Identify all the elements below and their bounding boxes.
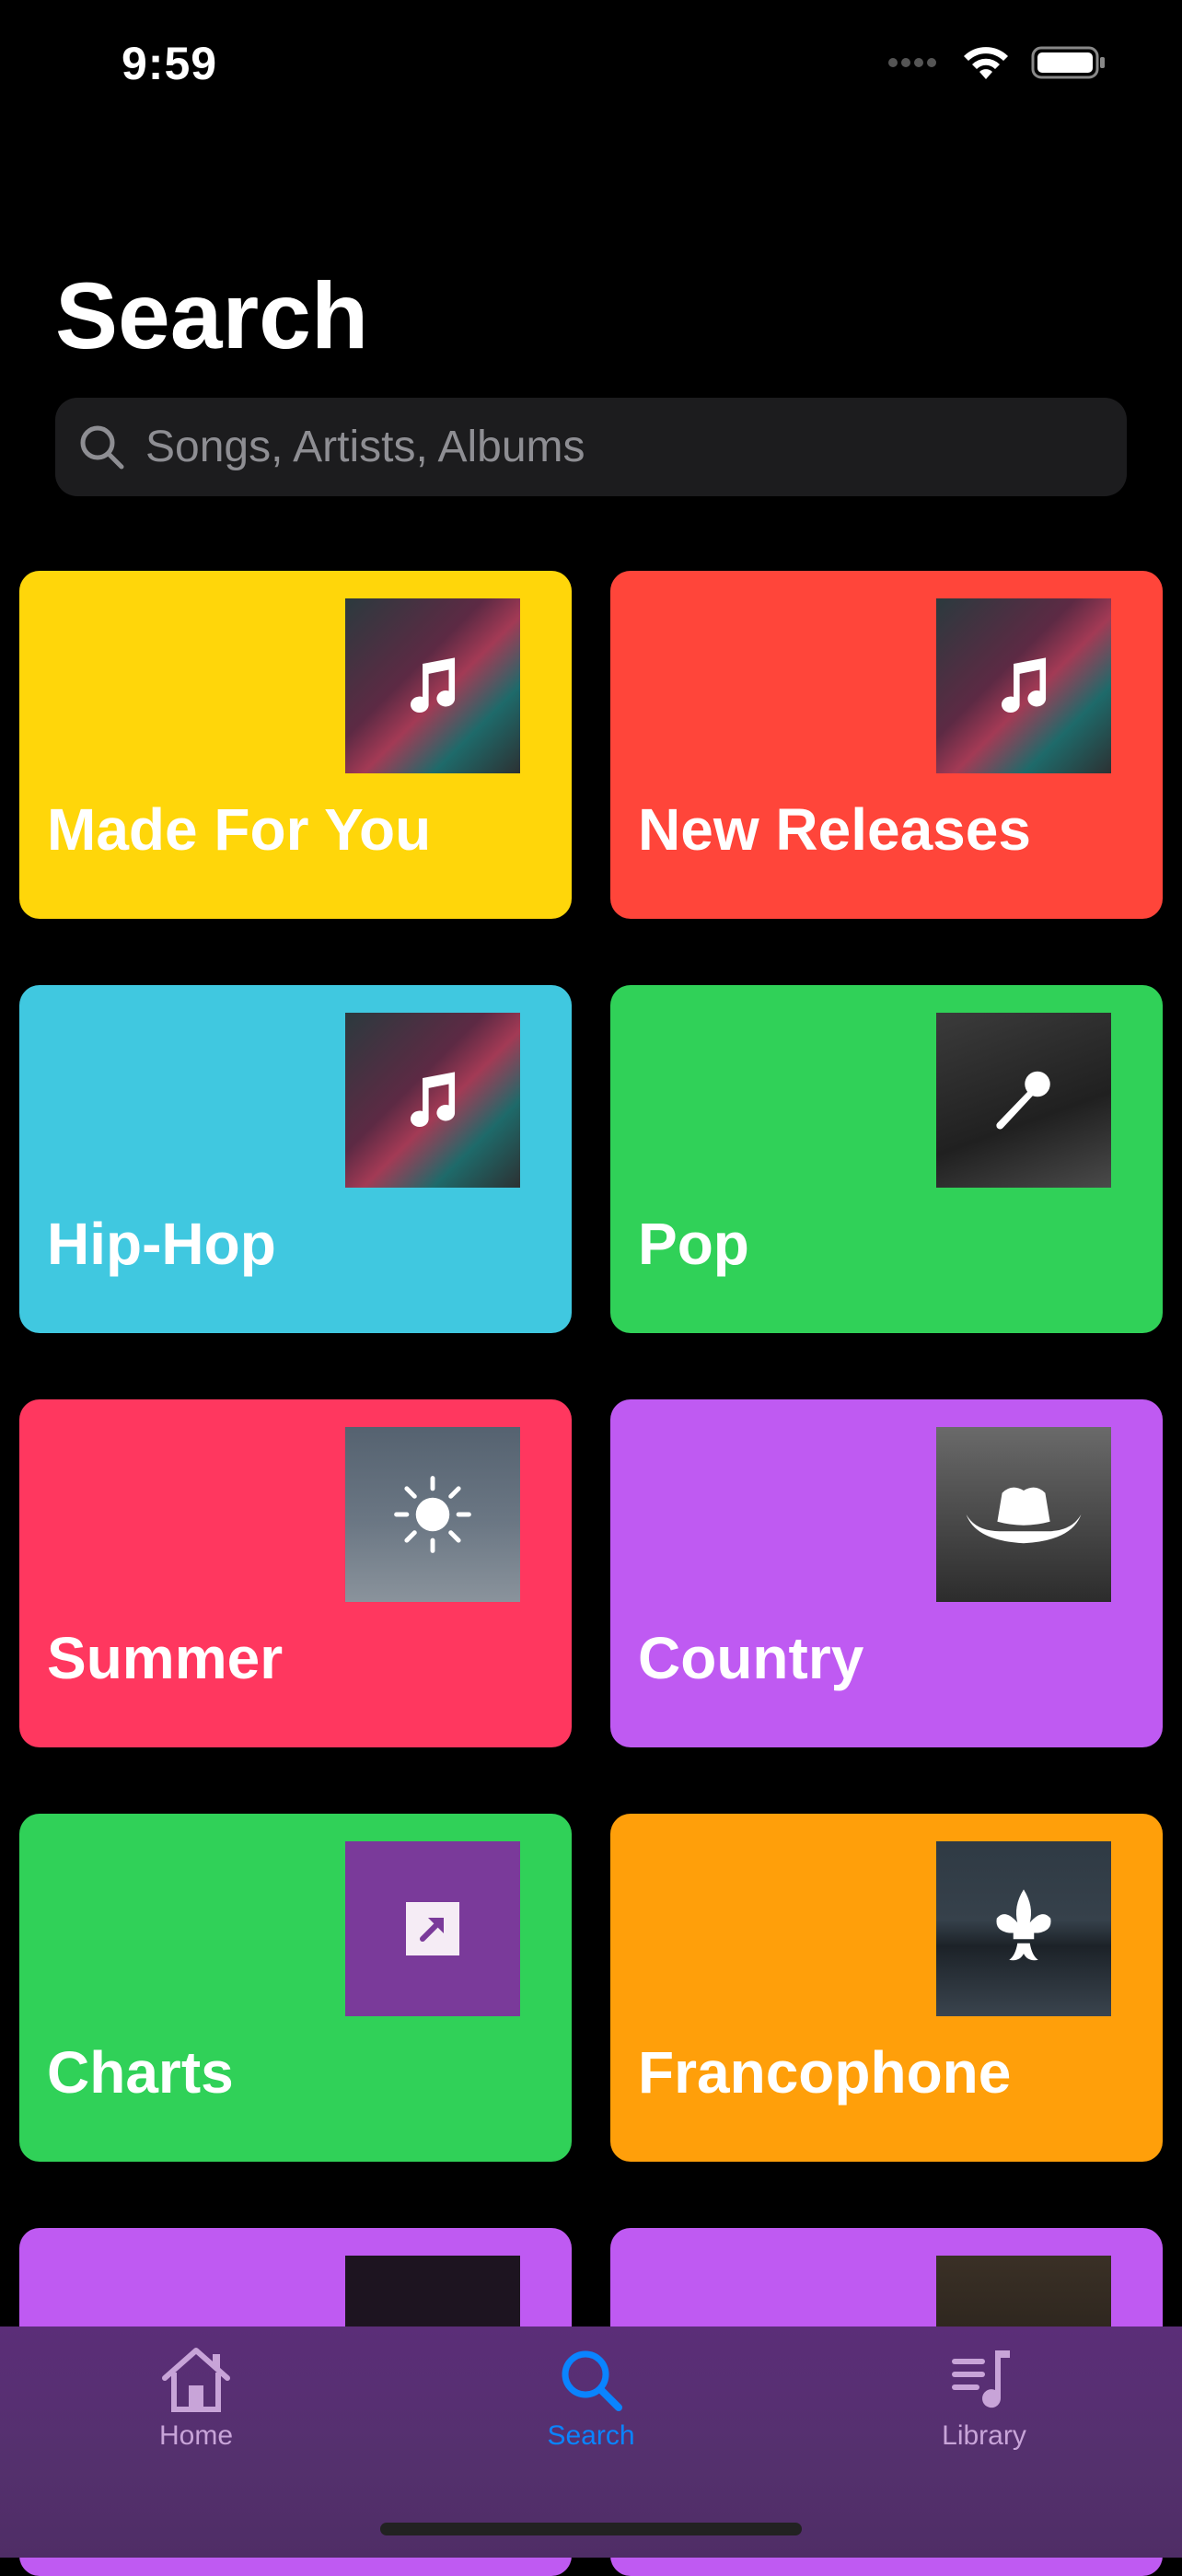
tab-home[interactable]: Home xyxy=(76,2345,316,2452)
status-time: 9:59 xyxy=(122,38,218,89)
category-artwork xyxy=(936,1427,1111,1602)
search-field[interactable] xyxy=(55,398,1127,496)
page-title: Search xyxy=(55,263,369,368)
category-tile-summer[interactable]: Summer xyxy=(19,1399,572,1747)
tab-label: Search xyxy=(547,2420,635,2451)
music-note-icon xyxy=(410,1072,456,1128)
category-tile-pop[interactable]: Pop xyxy=(610,985,1163,1333)
music-note-icon xyxy=(410,657,456,714)
music-note-icon xyxy=(1001,657,1047,714)
microphone-icon xyxy=(996,1071,1050,1130)
category-tile-hip-hop[interactable]: Hip-Hop xyxy=(19,985,572,1333)
music-library-icon xyxy=(952,2350,1010,2408)
category-artwork xyxy=(936,598,1111,773)
category-label: Country xyxy=(638,1625,864,1691)
category-artwork xyxy=(936,1013,1111,1188)
tab-label: Home xyxy=(158,2420,234,2451)
category-label: Francophone xyxy=(638,2039,1012,2106)
fleur-de-lis-icon xyxy=(996,1889,1051,1961)
category-tile-new-releases[interactable]: New Releases xyxy=(610,571,1163,919)
sun-icon xyxy=(394,1476,471,1553)
search-icon xyxy=(80,425,124,469)
category-artwork xyxy=(345,1013,520,1188)
arrow-up-right-icon xyxy=(406,1902,459,1955)
category-artwork xyxy=(345,598,520,773)
category-tile-country[interactable]: Country xyxy=(610,1399,1163,1747)
category-label: Summer xyxy=(47,1625,284,1691)
category-label: Pop xyxy=(638,1211,749,1277)
category-artwork xyxy=(936,1841,1111,2016)
category-tile-francophone[interactable]: Francophone xyxy=(610,1814,1163,2162)
category-label: Charts xyxy=(47,2039,234,2106)
tab-label: Library xyxy=(942,2420,1026,2451)
tab-search[interactable]: Search xyxy=(471,2345,711,2452)
house-icon xyxy=(162,2348,230,2412)
category-artwork xyxy=(345,1841,520,2016)
category-label: Made For You xyxy=(47,796,432,863)
signal-icon xyxy=(887,56,941,74)
category-label: New Releases xyxy=(638,796,1031,863)
home-indicator xyxy=(380,2523,802,2535)
tab-bar: Home Search Library xyxy=(0,2327,1182,2558)
category-artwork xyxy=(345,1427,520,1602)
cowboy-hat-icon xyxy=(966,1487,1082,1544)
tab-library[interactable]: Library xyxy=(864,2345,1104,2452)
category-tile-charts[interactable]: Charts xyxy=(19,1814,572,2162)
wifi-icon xyxy=(961,44,1011,86)
battery-icon xyxy=(1031,44,1108,86)
status-bar: 9:59 xyxy=(0,0,1182,138)
category-label: Hip-Hop xyxy=(47,1211,276,1277)
search-input[interactable] xyxy=(144,421,1068,473)
search-icon xyxy=(562,2350,622,2411)
category-tile-made-for-you[interactable]: Made For You xyxy=(19,571,572,919)
